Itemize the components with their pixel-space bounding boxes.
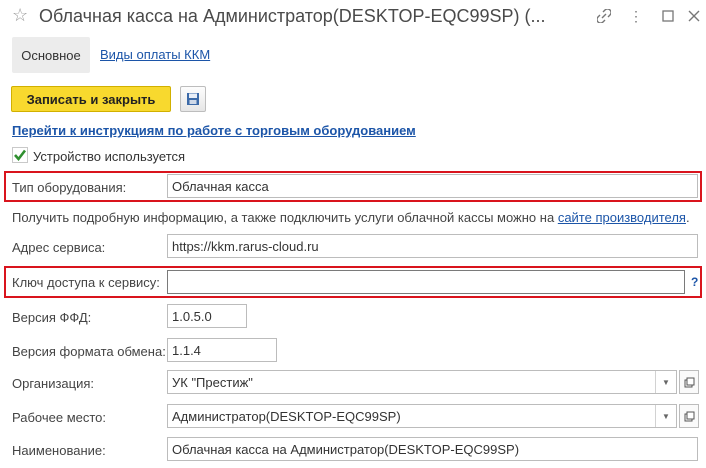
name-value: Облачная касса на Администратор(DESKTOP-…	[172, 441, 520, 457]
chevron-down-icon[interactable]: ▼	[655, 371, 676, 393]
manufacturer-site-link[interactable]: сайте производителя	[558, 210, 686, 225]
organization-value: УК "Престиж"	[172, 374, 253, 390]
exchange-format-field[interactable]: 1.1.4	[167, 338, 277, 362]
service-address-label: Адрес сервиса:	[12, 240, 106, 255]
open-window-icon	[684, 411, 694, 421]
floppy-disk-icon	[187, 93, 199, 105]
equipment-type-label: Тип оборудования:	[12, 180, 127, 195]
service-address-value: https://kkm.rarus-cloud.ru	[172, 238, 319, 254]
info-text-body: Получить подробную информацию, а также п…	[12, 210, 555, 225]
ffd-version-value: 1.0.5.0	[172, 308, 212, 324]
ffd-version-label: Версия ФФД:	[12, 310, 92, 325]
exchange-format-value: 1.1.4	[172, 342, 201, 358]
help-icon[interactable]: ?	[691, 275, 698, 289]
access-key-field[interactable]	[167, 270, 685, 294]
workplace-open-button[interactable]	[679, 404, 699, 428]
access-key-label: Ключ доступа к сервису:	[12, 275, 160, 290]
save-and-close-button[interactable]: Записать и закрыть	[11, 86, 171, 112]
tab-main[interactable]: Основное	[12, 37, 90, 73]
equipment-type-value: Облачная касса	[172, 178, 269, 194]
instructions-link[interactable]: Перейти к инструкциям по работе с торгов…	[12, 123, 416, 138]
more-icon[interactable]: ⋮	[624, 4, 648, 28]
link-icon[interactable]	[592, 4, 616, 28]
star-icon[interactable]: ☆	[12, 5, 28, 26]
tab-payment-types[interactable]: Виды оплаты ККМ	[100, 47, 210, 62]
workplace-value: Администратор(DESKTOP-EQC99SP)	[172, 408, 401, 424]
name-field[interactable]: Облачная касса на Администратор(DESKTOP-…	[167, 437, 698, 461]
maximize-icon[interactable]	[656, 4, 680, 28]
organization-label: Организация:	[12, 376, 95, 391]
equipment-type-field[interactable]: Облачная касса	[167, 174, 698, 198]
name-label: Наименование:	[12, 443, 106, 458]
exchange-format-label: Версия формата обмена:	[12, 344, 166, 359]
device-used-label: Устройство используется	[33, 149, 186, 164]
window-title: Облачная касса на Администратор(DESKTOP-…	[39, 6, 546, 26]
workplace-select[interactable]: Администратор(DESKTOP-EQC99SP) ▼	[167, 404, 677, 428]
open-window-icon	[684, 377, 694, 387]
device-used-checkbox[interactable]	[12, 147, 28, 163]
service-address-field[interactable]: https://kkm.rarus-cloud.ru	[167, 234, 698, 258]
chevron-down-icon[interactable]: ▼	[655, 405, 676, 427]
info-text: Получить подробную информацию, а также п…	[12, 210, 690, 225]
workplace-label: Рабочее место:	[12, 410, 107, 425]
save-button[interactable]	[180, 86, 206, 112]
organization-select[interactable]: УК "Престиж" ▼	[167, 370, 677, 394]
close-icon[interactable]	[682, 4, 706, 28]
info-text-end: .	[685, 210, 690, 225]
ffd-version-field[interactable]: 1.0.5.0	[167, 304, 247, 328]
organization-open-button[interactable]	[679, 370, 699, 394]
checkmark-icon	[14, 149, 27, 162]
